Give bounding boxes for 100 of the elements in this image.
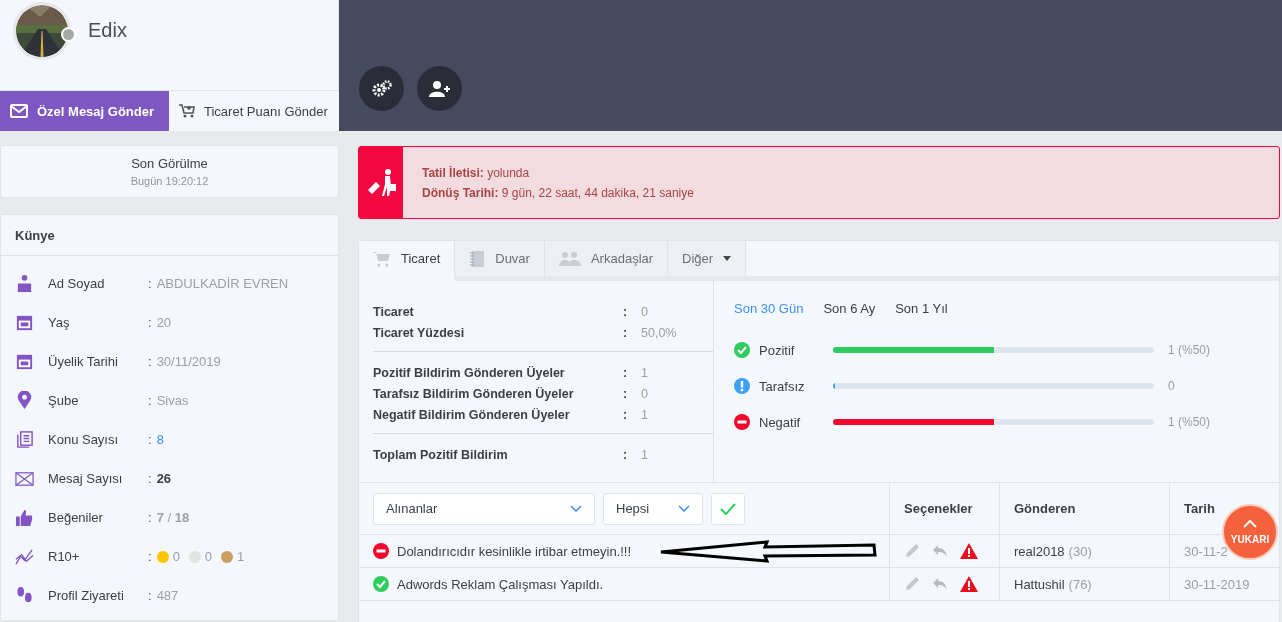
stat-label: Negatif Bildirim Gönderen Üyeler — [373, 407, 571, 422]
colon: : — [148, 315, 152, 330]
gears-button[interactable] — [359, 66, 404, 111]
field-label: Konu Sayısı — [48, 432, 120, 447]
gears-icon — [370, 79, 393, 98]
dropdown-tab[interactable]: Diğer — [668, 241, 747, 281]
chart-icon — [15, 547, 34, 566]
field-value: 7 / 18 — [156, 510, 190, 525]
feedback-message: Dolandırıcıdır kesinlikle irtibar etmeyin.!!! — [397, 543, 632, 559]
tab[interactable]: Arkadaşlar — [544, 241, 669, 281]
add-user-icon — [428, 79, 451, 98]
sender-name[interactable]: Hattushil — [1014, 576, 1065, 592]
chevron-icon — [678, 505, 690, 512]
sender-name[interactable]: real2018 — [1014, 543, 1065, 559]
warning-icon[interactable] — [960, 576, 978, 592]
stat-label: Toplam Pozitif Bildirim — [373, 447, 509, 462]
calendar-icon — [15, 313, 34, 332]
alert-text: Tatil İletisi: yolunda — [422, 165, 531, 180]
colon: : — [623, 365, 629, 380]
meter-reading: 1 (%50) — [1168, 415, 1211, 429]
stat-value: 0 — [641, 304, 648, 319]
medal-count: 0 — [172, 549, 180, 564]
meter-reading: 1 (%50) — [1168, 343, 1211, 357]
field-value: 26 — [156, 471, 172, 486]
field-value: Sivas — [156, 393, 189, 408]
stat-value: 1 — [641, 447, 648, 462]
pencil-icon[interactable] — [904, 576, 920, 592]
traveler-icon — [366, 167, 396, 198]
alert-text: Dönüş Tarihi: 9 gün, 22 saat, 44 dakika, 21 saniye — [422, 185, 694, 200]
medal-count: 1 — [237, 549, 245, 564]
field-value: ABDULKADİR EVREN — [156, 276, 289, 291]
colon: : — [623, 447, 629, 462]
person-icon — [15, 274, 34, 293]
colon: : — [148, 393, 152, 408]
feedback-message: Adwords Reklam Çalışması Yapıldı. — [397, 576, 604, 592]
last-seen-title: Son Görülme — [131, 156, 208, 171]
steps-icon — [15, 586, 34, 605]
medal-count: 0 — [204, 549, 213, 564]
check-icon — [373, 576, 389, 592]
column-header: Seçenekler — [904, 501, 973, 516]
colon: : — [148, 354, 152, 369]
papers-icon — [15, 430, 34, 449]
pencil-icon[interactable] — [904, 543, 920, 559]
colon: : — [623, 407, 629, 422]
card-title: Künye — [15, 227, 55, 243]
stat-value: 1 — [641, 365, 648, 380]
field-label: R10+ — [48, 549, 81, 564]
feedback-date: 30-11-2019 — [1184, 576, 1250, 592]
column-header: Tarih — [1184, 501, 1215, 516]
notebook-icon — [469, 249, 486, 268]
check-icon — [720, 502, 736, 515]
field-value: 20 — [156, 315, 172, 330]
stat-value: 1 — [641, 407, 648, 422]
add-user-button[interactable] — [417, 66, 462, 111]
folder-select[interactable]: Alınanlar — [373, 492, 595, 525]
field-label: Beğeniler — [48, 510, 104, 525]
stat-label: Tarafsız Bildirim Gönderen Üyeler — [373, 386, 575, 401]
users-icon — [558, 250, 581, 267]
profile-name: Edix — [88, 18, 127, 42]
caret-icon — [723, 256, 732, 261]
chevron-up-icon — [1243, 519, 1257, 528]
meter-label: Pozitif — [759, 342, 796, 358]
minus-icon — [734, 414, 750, 430]
apply-button[interactable] — [711, 492, 745, 525]
meter-label: Tarafsız — [759, 378, 806, 394]
sender-count: (30) — [1068, 543, 1092, 559]
period-tab[interactable]: Son 6 Ay — [823, 301, 876, 316]
message-button[interactable]: Özel Mesaj Gönder — [0, 91, 169, 131]
column-header: Gönderen — [1014, 501, 1076, 516]
colon: : — [148, 471, 152, 486]
calendar-icon — [15, 352, 34, 371]
colon: : — [148, 588, 152, 603]
tab[interactable]: Ticaret — [359, 241, 456, 281]
last-seen-time: Bugün 19:20:12 — [130, 175, 209, 187]
reply-icon[interactable] — [932, 544, 948, 558]
field-label: Mesaj Sayısı — [48, 471, 124, 486]
colon: : — [148, 432, 152, 447]
field-value: 30/11/2019 — [156, 354, 221, 369]
exclamation-icon — [734, 378, 750, 394]
field-label: Üyelik Tarihi — [48, 354, 119, 369]
scope-select[interactable]: Hepsi — [603, 492, 703, 525]
stat-value: 50,0% — [641, 325, 677, 340]
meter-label: Negatif — [759, 414, 802, 430]
chevron-icon — [570, 505, 582, 512]
envelope-icon — [15, 469, 34, 488]
field-label: Ad Soyad — [48, 276, 106, 291]
period-tab[interactable]: Son 1 Yıl — [895, 301, 948, 316]
tab[interactable]: Duvar — [455, 241, 545, 281]
field-label: Şube — [48, 393, 80, 408]
pin-icon — [15, 391, 34, 410]
stat-value: 0 — [641, 386, 648, 401]
warning-icon[interactable] — [960, 543, 978, 559]
colon: : — [623, 325, 629, 340]
minus-icon — [373, 543, 389, 559]
field-label: Yaş — [48, 315, 71, 330]
sender-count: (76) — [1068, 576, 1092, 592]
reply-icon[interactable] — [932, 577, 948, 591]
colon: : — [623, 304, 629, 319]
cart-icon — [179, 104, 195, 118]
check-icon — [734, 342, 750, 358]
